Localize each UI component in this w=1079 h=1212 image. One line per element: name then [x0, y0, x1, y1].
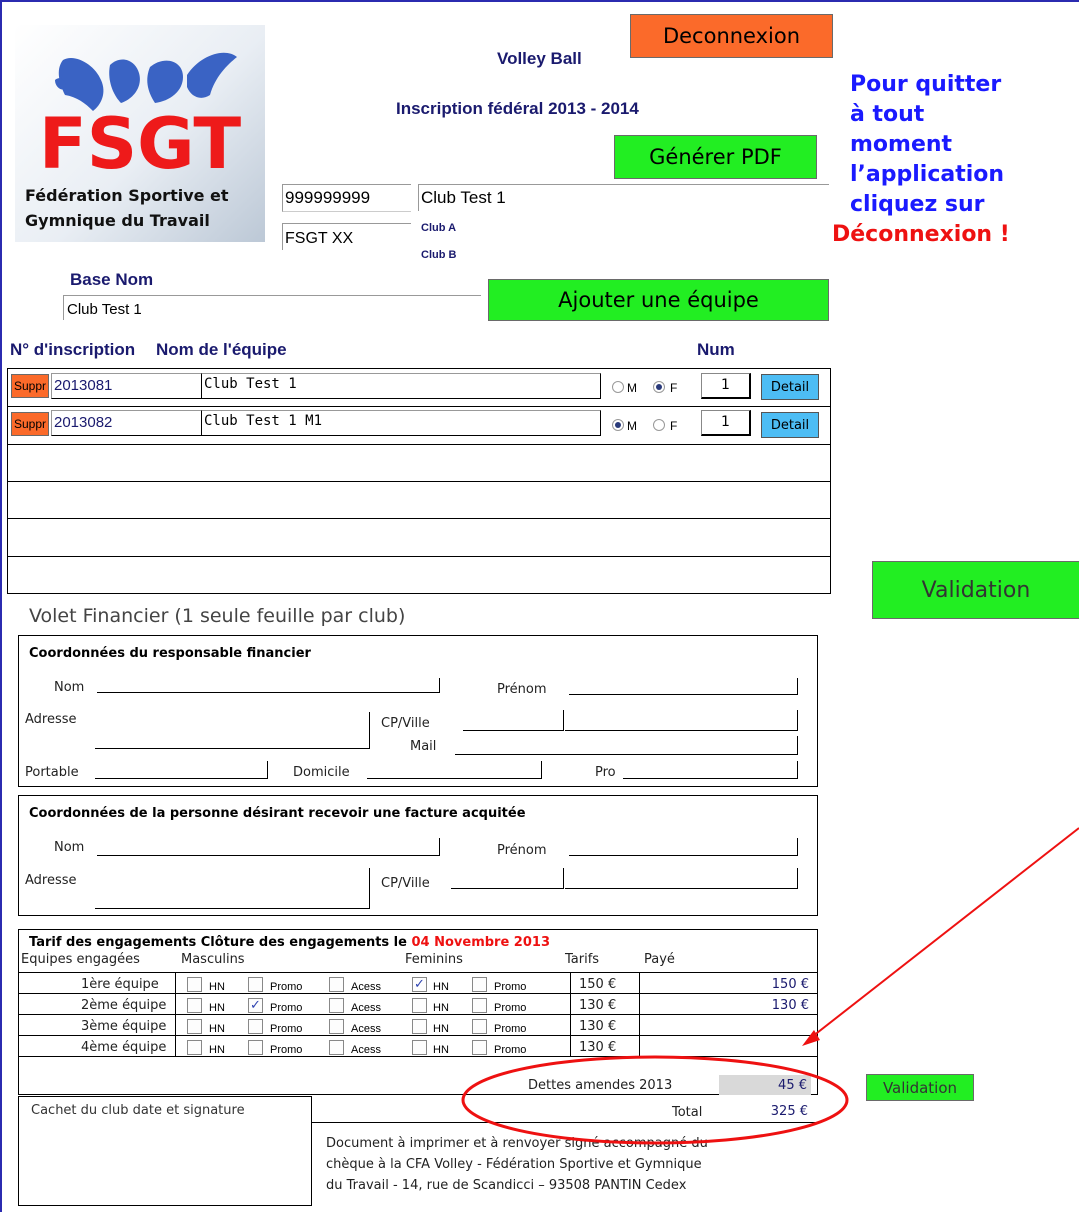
- annotation-ellipse: [461, 1055, 849, 1145]
- annotation-overlay: [461, 827, 1079, 1145]
- annotation-arrow-line: [807, 827, 1079, 1041]
